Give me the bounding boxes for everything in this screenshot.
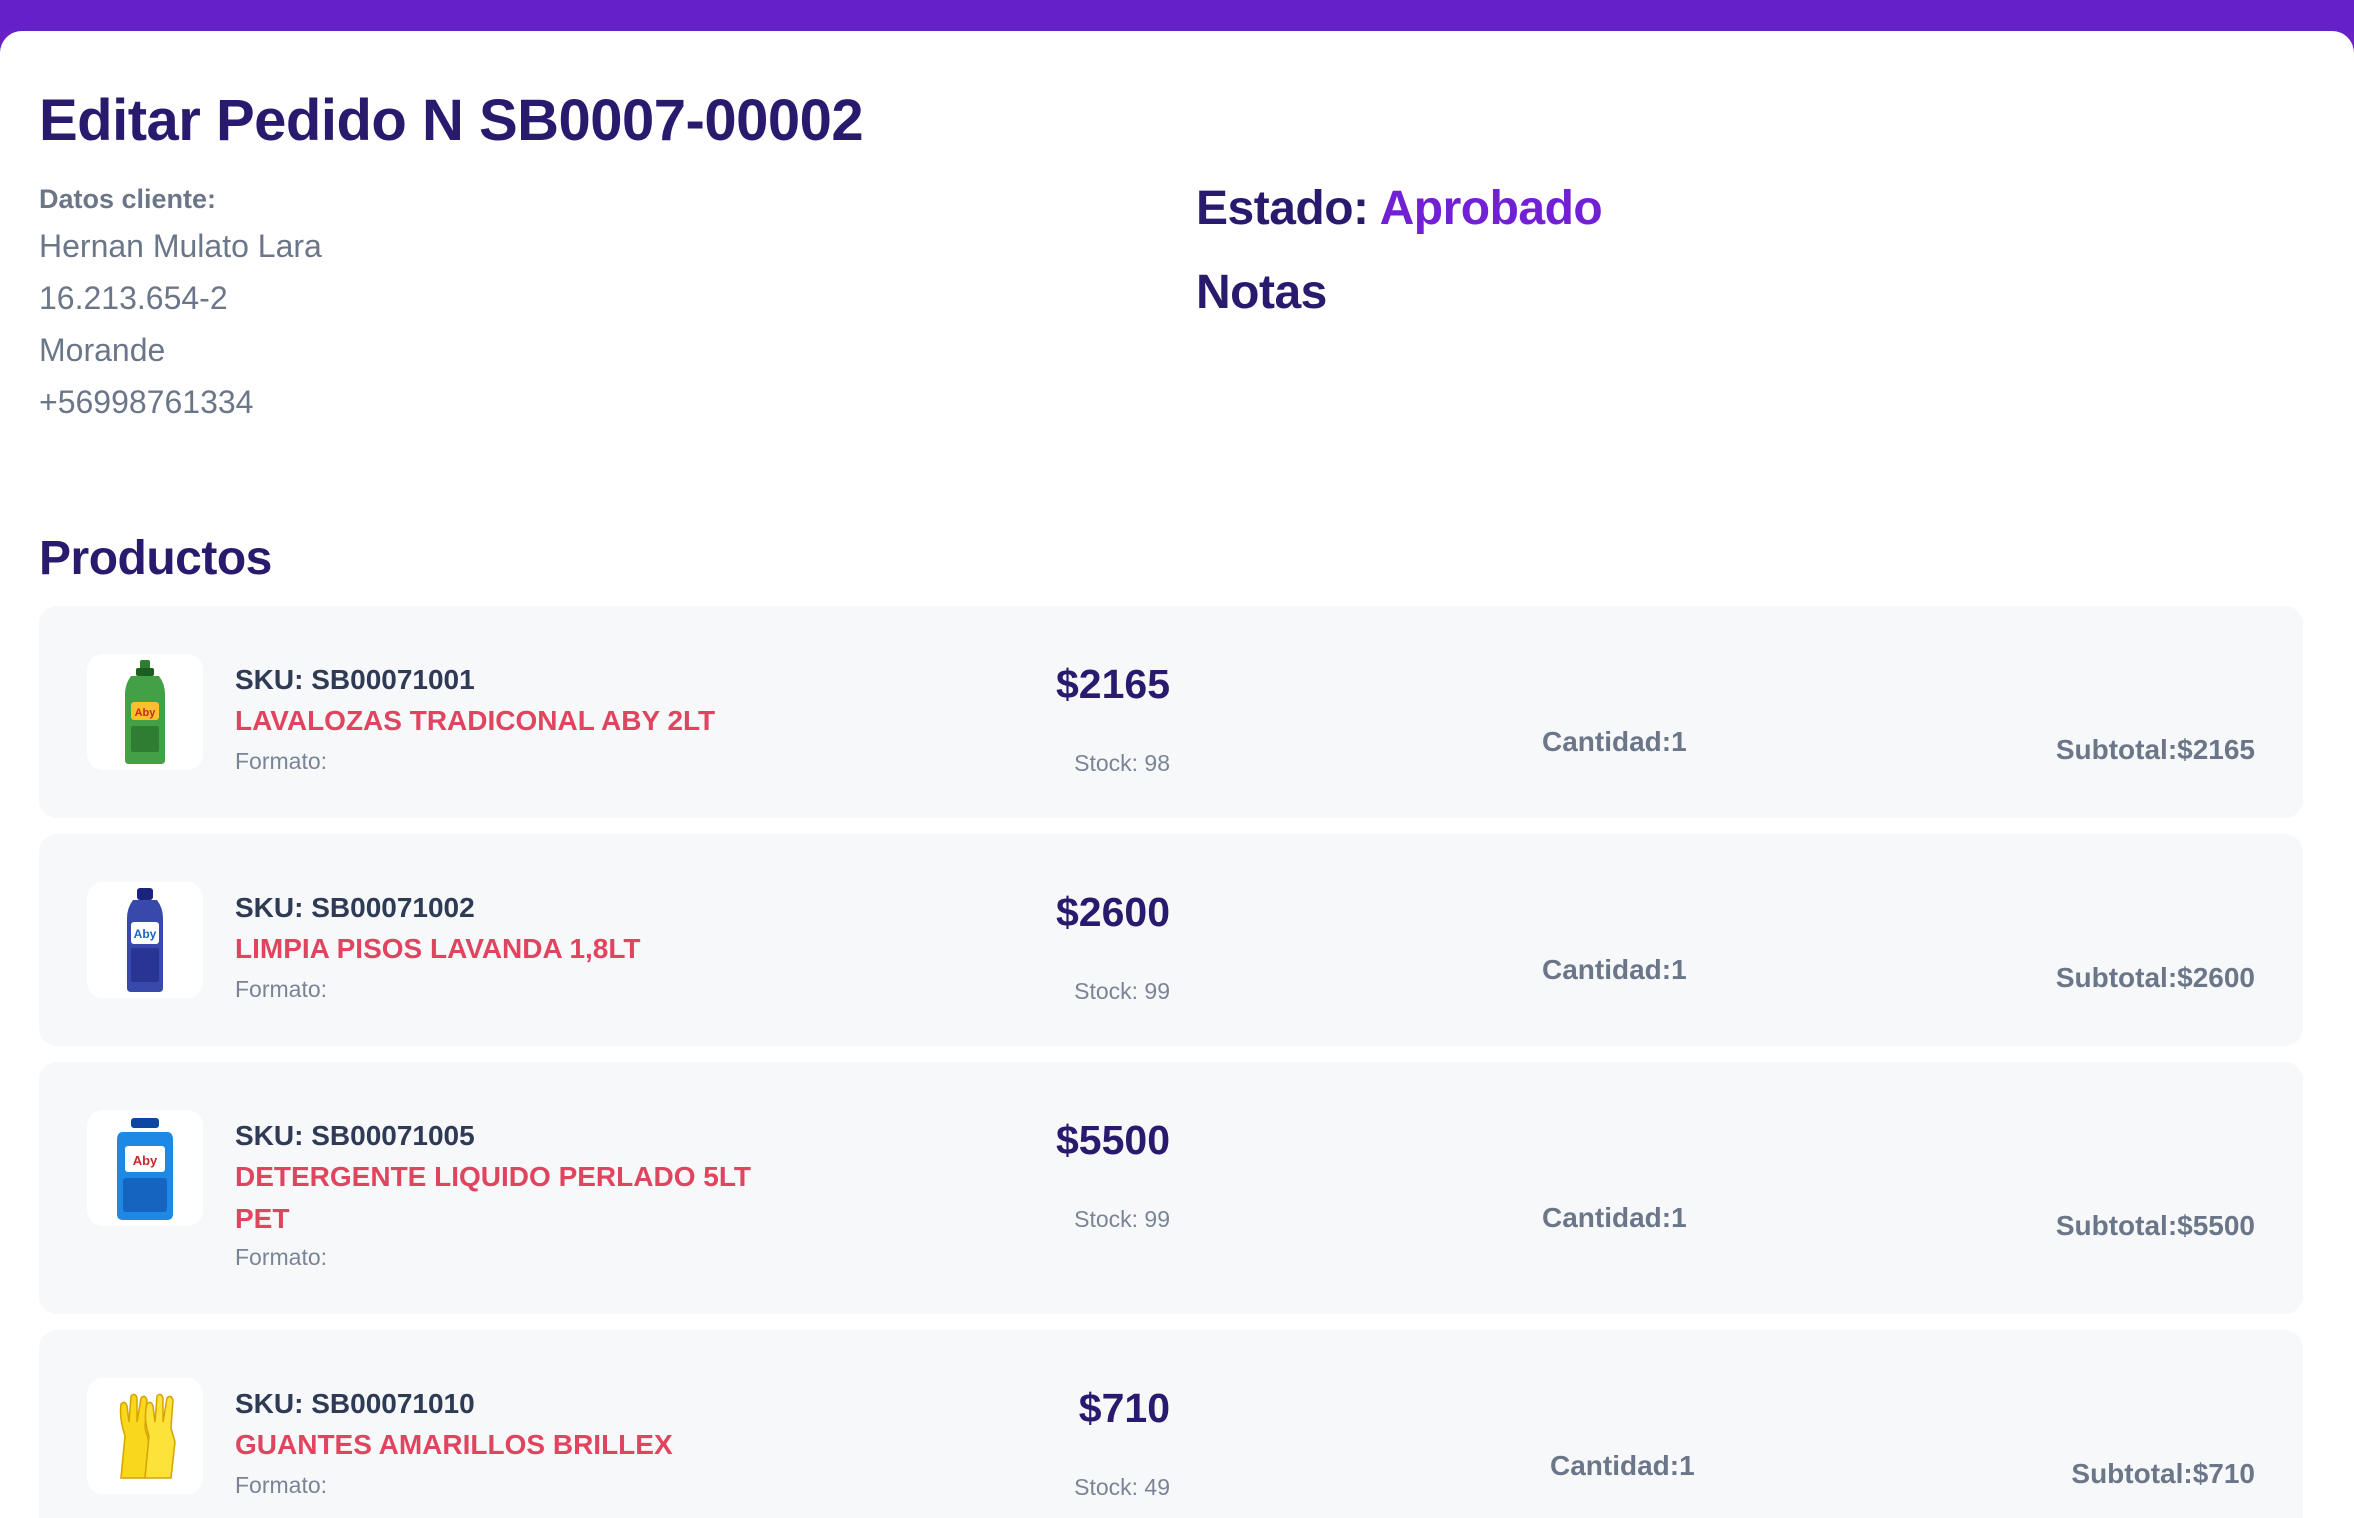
product-quantity[interactable]: Cantidad:1 bbox=[1542, 1202, 1687, 1234]
product-sku: SKU: SB00071002 bbox=[235, 892, 475, 923]
product-image: Aby bbox=[87, 654, 203, 770]
product-quantity[interactable]: Cantidad:1 bbox=[1542, 726, 1687, 758]
page-title: Editar Pedido N SB0007-00002 bbox=[39, 88, 864, 153]
product-subtotal: Subtotal:$2600 bbox=[2055, 962, 2255, 993]
status-value: Aprobado bbox=[1379, 182, 1603, 235]
product-image: Aby bbox=[87, 1110, 203, 1226]
client-phone: +56998761334 bbox=[39, 384, 254, 420]
product-row: Aby SKU: SB00071005 DETERGENTE LIQUIDO P… bbox=[39, 1062, 2303, 1314]
product-stock: Stock: 49 bbox=[1074, 1474, 1170, 1500]
svg-text:Aby: Aby bbox=[134, 927, 157, 941]
product-stock: Stock: 98 bbox=[1074, 750, 1170, 776]
svg-text:Aby: Aby bbox=[135, 707, 157, 719]
purple-floor-cleaner-bottle-icon: Aby bbox=[127, 888, 163, 992]
product-stock: Stock: 99 bbox=[1074, 1206, 1170, 1232]
products-heading: Productos bbox=[39, 532, 272, 585]
product-name[interactable]: DETERGENTE LIQUIDO PERLADO 5LT PET bbox=[235, 1156, 795, 1240]
product-format: Formato: bbox=[235, 748, 328, 774]
product-format: Formato: bbox=[235, 1244, 328, 1270]
client-rut: 16.213.654-2 bbox=[39, 280, 228, 316]
order-edit-card: Editar Pedido N SB0007-00002 Datos clien… bbox=[0, 31, 2354, 1518]
product-quantity[interactable]: Cantidad:1 bbox=[1542, 954, 1687, 986]
product-sku: SKU: SB00071010 bbox=[235, 1388, 475, 1419]
yellow-gloves-icon bbox=[119, 1393, 176, 1479]
product-name[interactable]: GUANTES AMARILLOS BRILLEX bbox=[235, 1424, 795, 1466]
product-price: $710 bbox=[1078, 1385, 1170, 1431]
product-row: SKU: SB00071010 GUANTES AMARILLOS BRILLE… bbox=[39, 1330, 2303, 1518]
product-quantity[interactable]: Cantidad:1 bbox=[1550, 1450, 1695, 1482]
green-dish-soap-bottle-icon: Aby bbox=[125, 660, 165, 764]
client-location: Morande bbox=[39, 332, 166, 368]
product-name[interactable]: LIMPIA PISOS LAVANDA 1,8LT bbox=[235, 928, 795, 970]
product-price: $2600 bbox=[1055, 889, 1170, 935]
product-subtotal: Subtotal:$710 bbox=[2071, 1458, 2255, 1489]
client-data-label: Datos cliente: bbox=[39, 184, 217, 214]
product-format: Formato: bbox=[235, 976, 328, 1002]
product-sku: SKU: SB00071001 bbox=[235, 664, 475, 695]
product-subtotal: Subtotal:$5500 bbox=[2055, 1210, 2255, 1241]
product-stock: Stock: 99 bbox=[1074, 978, 1170, 1004]
blue-detergent-jug-icon: Aby bbox=[117, 1118, 173, 1220]
status-label: Estado: bbox=[1196, 182, 1369, 235]
svg-text:Aby: Aby bbox=[133, 1153, 158, 1168]
product-row: Aby SKU: SB00071002 LIMPIA PISOS LAVANDA… bbox=[39, 834, 2303, 1046]
order-status: Estado: Aprobado bbox=[1196, 181, 1603, 236]
client-name: Hernan Mulato Lara bbox=[39, 228, 322, 264]
top-bar bbox=[0, 0, 2354, 31]
product-sku: SKU: SB00071005 bbox=[235, 1120, 475, 1151]
product-format: Formato: bbox=[235, 1472, 328, 1498]
product-image: Aby bbox=[87, 882, 203, 998]
product-name[interactable]: LAVALOZAS TRADICONAL ABY 2LT bbox=[235, 700, 795, 742]
product-price: $2165 bbox=[1055, 661, 1170, 707]
product-subtotal: Subtotal:$2165 bbox=[2055, 734, 2255, 765]
product-price: $5500 bbox=[1055, 1117, 1170, 1163]
product-row: Aby SKU: SB00071001 LAVALOZAS TRADICONAL… bbox=[39, 606, 2303, 818]
product-image bbox=[87, 1378, 203, 1494]
notes-heading: Notas bbox=[1196, 266, 1327, 319]
